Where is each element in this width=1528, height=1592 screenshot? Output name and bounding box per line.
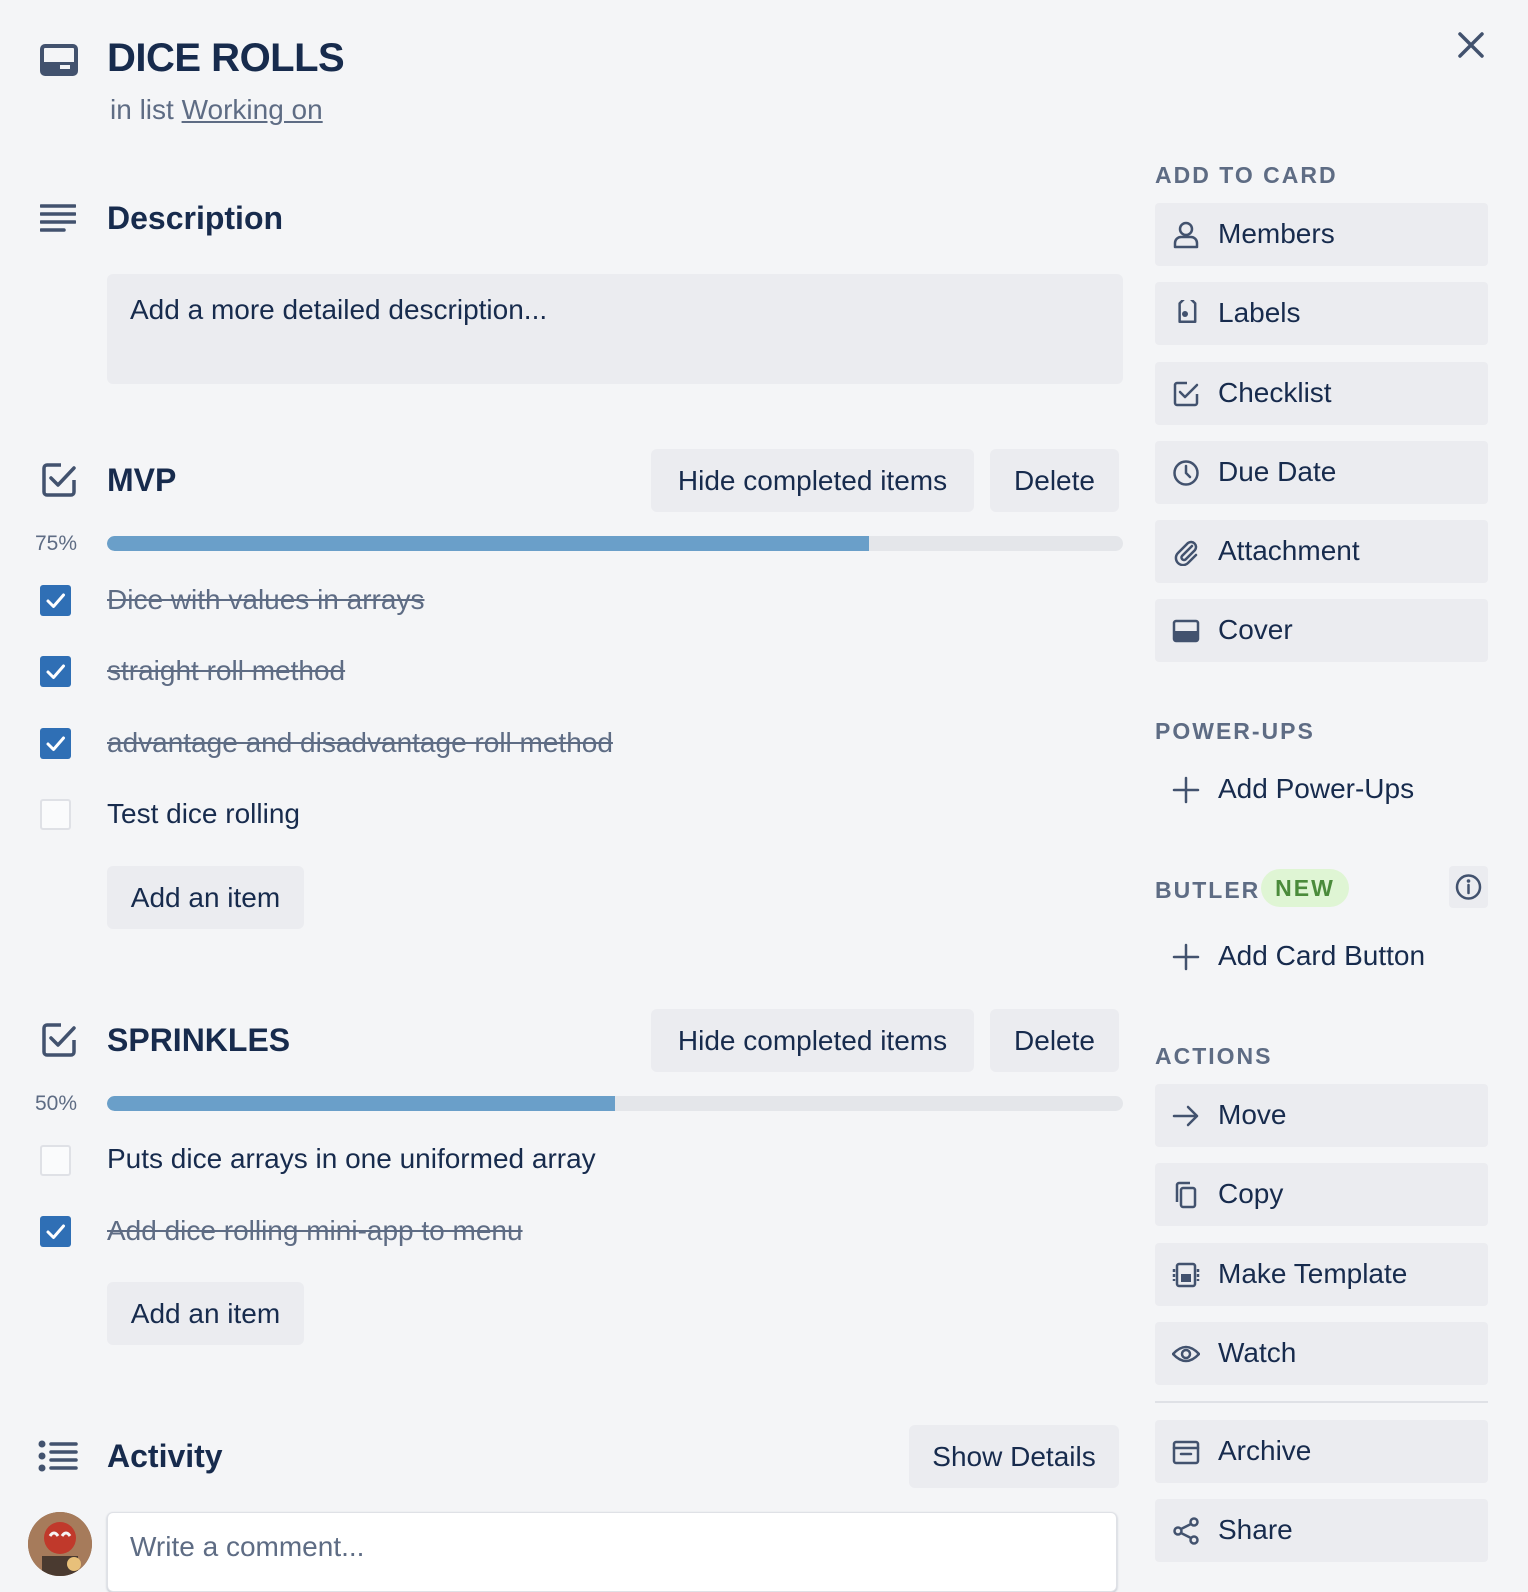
card-icon bbox=[40, 44, 78, 76]
checklist-item-text[interactable]: Dice with values in arrays bbox=[107, 584, 424, 616]
archive-label: Archive bbox=[1218, 1435, 1312, 1466]
delete-checklist-button[interactable]: Delete bbox=[990, 1009, 1119, 1072]
cover-icon bbox=[1172, 617, 1200, 645]
butler-info-button[interactable] bbox=[1449, 866, 1488, 908]
show-details-button[interactable]: Show Details bbox=[909, 1425, 1119, 1488]
description-heading: Description bbox=[107, 200, 284, 236]
actions-label: ACTIONS bbox=[1155, 1043, 1273, 1069]
checklist-progress-bar bbox=[107, 536, 1123, 551]
person-icon bbox=[1172, 221, 1200, 249]
paperclip-icon bbox=[1172, 538, 1200, 566]
add-card-button-label: Add Card Button bbox=[1218, 940, 1426, 971]
checklist-item-text[interactable]: advantage and disadvantage roll method bbox=[107, 727, 613, 759]
due-date-button[interactable]: Due Date bbox=[1155, 441, 1488, 504]
comment-input[interactable] bbox=[130, 1531, 1094, 1563]
checklist-button[interactable]: Checklist bbox=[1155, 362, 1488, 425]
add-card-button-button[interactable]: Add Card Button bbox=[1155, 927, 1488, 987]
checklist-item-text[interactable]: Test dice rolling bbox=[107, 798, 300, 830]
checkmark-icon bbox=[46, 664, 65, 679]
copy-button[interactable]: Copy bbox=[1155, 1163, 1488, 1226]
due-date-label: Due Date bbox=[1218, 456, 1337, 487]
checklist-label: Checklist bbox=[1218, 377, 1332, 408]
checklist-item-checkbox[interactable] bbox=[40, 585, 71, 616]
progress-fill bbox=[107, 536, 869, 551]
checkmark-icon bbox=[46, 593, 65, 608]
close-button[interactable] bbox=[1448, 22, 1494, 68]
copy-label: Copy bbox=[1218, 1178, 1284, 1209]
hide-completed-button[interactable]: Hide completed items bbox=[651, 1009, 974, 1072]
make-template-button[interactable]: Make Template bbox=[1155, 1243, 1488, 1306]
share-label: Share bbox=[1218, 1514, 1293, 1545]
checkmark-icon bbox=[46, 736, 65, 751]
checklist-item-checkbox[interactable] bbox=[40, 728, 71, 759]
eye-icon bbox=[1172, 1340, 1200, 1368]
move-label: Move bbox=[1218, 1099, 1287, 1130]
description-input[interactable]: Add a more detailed description... bbox=[107, 274, 1123, 384]
tag-icon bbox=[1172, 300, 1200, 328]
description-icon bbox=[40, 203, 76, 233]
hide-completed-button[interactable]: Hide completed items bbox=[651, 449, 974, 512]
watch-button[interactable]: Watch bbox=[1155, 1322, 1488, 1385]
checklist-title[interactable]: SPRINKLES bbox=[107, 1022, 290, 1059]
clock-icon bbox=[1172, 459, 1200, 487]
checklist-item-checkbox[interactable] bbox=[40, 1216, 71, 1247]
info-icon bbox=[1455, 874, 1482, 900]
checklist-title[interactable]: MVP bbox=[107, 462, 176, 499]
activity-icon bbox=[38, 1440, 78, 1472]
attachment-button[interactable]: Attachment bbox=[1155, 520, 1488, 583]
plus-icon bbox=[1172, 776, 1200, 804]
butler-label: BUTLER bbox=[1155, 877, 1261, 903]
plus-icon bbox=[1172, 943, 1200, 971]
labels-button[interactable]: Labels bbox=[1155, 282, 1488, 345]
make-template-label: Make Template bbox=[1218, 1258, 1408, 1289]
checkmark-icon bbox=[46, 1224, 65, 1239]
checklist-item-checkbox[interactable] bbox=[40, 1145, 71, 1176]
checklist-icon bbox=[1172, 380, 1200, 408]
checklist-icon bbox=[41, 1022, 77, 1058]
new-badge: NEW bbox=[1261, 869, 1349, 907]
actions-divider bbox=[1155, 1401, 1488, 1403]
share-icon bbox=[1172, 1517, 1200, 1545]
card-title[interactable]: DICE ROLLS bbox=[107, 36, 345, 81]
checklist-item-checkbox[interactable] bbox=[40, 799, 71, 830]
progress-fill bbox=[107, 1096, 615, 1111]
add-item-button[interactable]: Add an item bbox=[107, 1282, 304, 1345]
cover-button[interactable]: Cover bbox=[1155, 599, 1488, 662]
checklist-progress-percent: 75% bbox=[35, 532, 78, 555]
activity-heading: Activity bbox=[107, 1438, 223, 1474]
attachment-label: Attachment bbox=[1218, 535, 1360, 566]
cover-label: Cover bbox=[1218, 614, 1293, 645]
copy-icon bbox=[1172, 1181, 1200, 1209]
close-icon bbox=[1458, 32, 1484, 58]
checklist-progress-percent: 50% bbox=[35, 1092, 78, 1115]
checklist-progress-bar bbox=[107, 1096, 1123, 1111]
add-power-ups-button[interactable]: Add Power-Ups bbox=[1155, 760, 1488, 820]
power-ups-label: POWER-UPS bbox=[1155, 718, 1315, 744]
add-power-ups-label: Add Power-Ups bbox=[1218, 773, 1415, 804]
watch-label: Watch bbox=[1218, 1337, 1297, 1368]
arrow-right-icon bbox=[1172, 1102, 1200, 1130]
template-icon bbox=[1172, 1261, 1200, 1289]
add-to-card-label: ADD TO CARD bbox=[1155, 162, 1338, 188]
checklist-item-checkbox[interactable] bbox=[40, 656, 71, 687]
move-button[interactable]: Move bbox=[1155, 1084, 1488, 1147]
share-button[interactable]: Share bbox=[1155, 1499, 1488, 1562]
members-button[interactable]: Members bbox=[1155, 203, 1488, 266]
in-list-prefix: in list bbox=[110, 94, 174, 125]
archive-button[interactable]: Archive bbox=[1155, 1420, 1488, 1483]
members-label: Members bbox=[1218, 218, 1335, 249]
checklist-item-text[interactable]: Puts dice arrays in one uniformed array bbox=[107, 1143, 596, 1175]
checklist-item-text[interactable]: straight roll method bbox=[107, 655, 345, 687]
list-name-link[interactable]: Working on bbox=[182, 94, 323, 125]
comment-field[interactable] bbox=[107, 1512, 1117, 1592]
card-list-info: in list Working on bbox=[110, 94, 323, 126]
checklist-item-text[interactable]: Add dice rolling mini-app to menu bbox=[107, 1215, 523, 1247]
add-item-button[interactable]: Add an item bbox=[107, 866, 304, 929]
checklist-icon bbox=[41, 462, 77, 498]
delete-checklist-button[interactable]: Delete bbox=[990, 449, 1119, 512]
archive-icon bbox=[1172, 1438, 1200, 1466]
labels-label: Labels bbox=[1218, 297, 1301, 328]
avatar[interactable] bbox=[28, 1512, 92, 1576]
